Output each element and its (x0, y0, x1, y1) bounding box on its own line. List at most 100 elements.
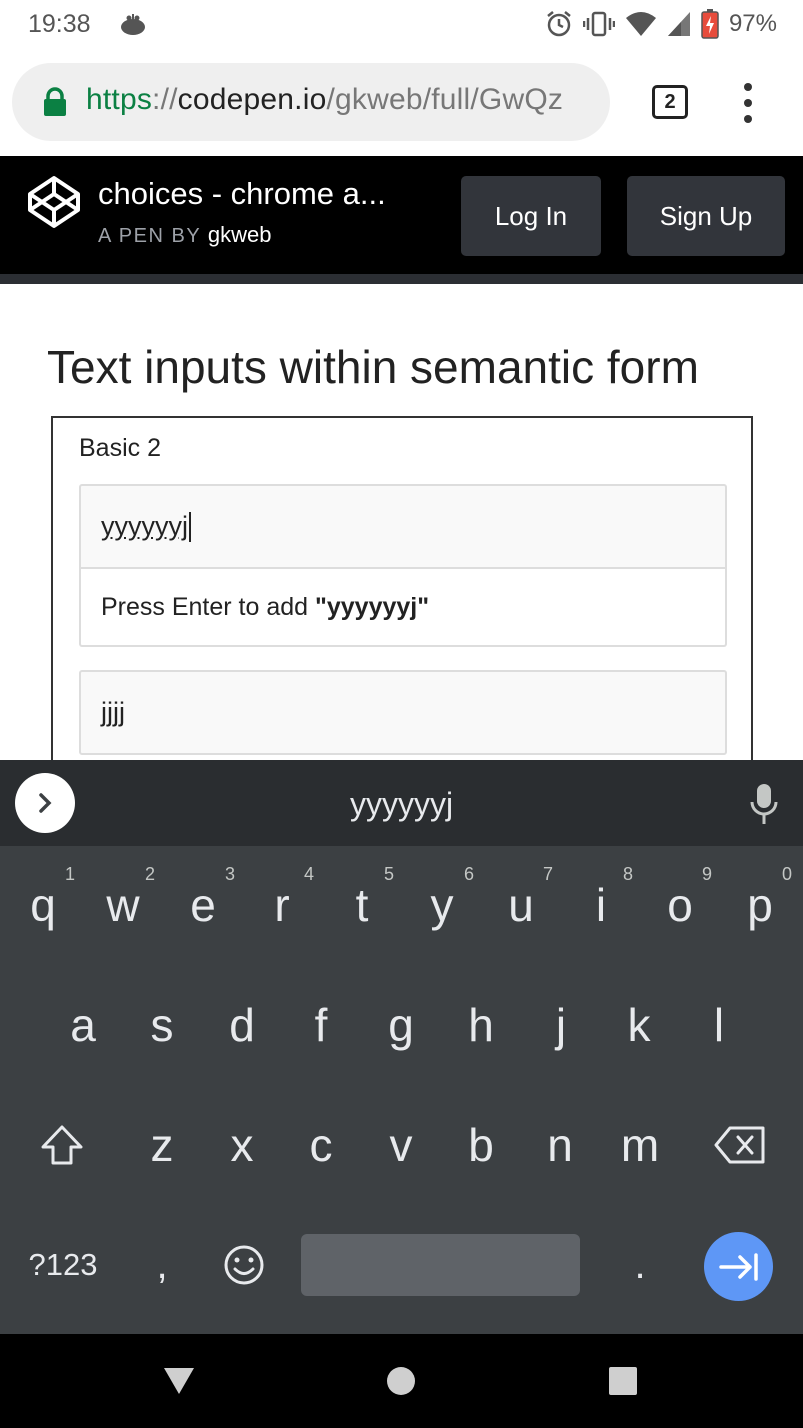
tab-count: 2 (664, 90, 676, 113)
pen-byline: A PEN BY gkweb (98, 222, 271, 248)
emoji-icon (224, 1245, 264, 1285)
key-q[interactable]: q1 (3, 850, 83, 960)
key-o[interactable]: o9 (640, 850, 720, 960)
shift-key[interactable] (22, 1090, 102, 1200)
soft-keyboard: yyyyyyj q1 w2 e3 r4 t5 y6 u7 i8 o9 p0 a … (0, 760, 803, 1334)
field-label: Basic 2 (79, 434, 161, 462)
key-label: t (355, 879, 369, 931)
wifi-icon (625, 12, 656, 36)
lock-icon (44, 87, 66, 116)
pen-title[interactable]: choices - chrome a... (98, 176, 386, 212)
key-c[interactable]: c (281, 1090, 361, 1200)
menu-dot-icon (744, 99, 752, 107)
dropdown-value: "yyyyyyj" (315, 592, 430, 621)
key-g[interactable]: g (361, 970, 441, 1080)
key-label: u (508, 879, 534, 931)
choices-widget: yyyyyyj Press Enter to add "yyyyyyj" (79, 484, 727, 647)
key-hint: 9 (701, 864, 712, 884)
home-button[interactable] (384, 1364, 418, 1398)
key-z[interactable]: z (122, 1090, 202, 1200)
back-button[interactable] (162, 1364, 196, 1398)
key-label: r (274, 879, 290, 931)
status-icons: 97% (545, 8, 777, 40)
signup-button[interactable]: Sign Up (627, 176, 785, 256)
period-key[interactable]: . (600, 1210, 680, 1320)
notification-bug-icon (121, 14, 145, 35)
key-v[interactable]: v (361, 1090, 441, 1200)
microphone-icon[interactable] (748, 782, 780, 826)
url-path: /gkweb/full/GwQz (326, 83, 564, 116)
key-label: e (190, 879, 216, 931)
key-label: q (30, 879, 56, 931)
key-hint: 0 (781, 864, 792, 884)
url-scheme: https (86, 83, 153, 116)
suggestion-strip: yyyyyyj (0, 760, 803, 846)
word-suggestion[interactable]: yyyyyyj (0, 786, 803, 823)
key-p[interactable]: p0 (720, 850, 800, 960)
signal-icon (667, 12, 690, 36)
choices-text-input[interactable]: yyyyyyj (79, 484, 727, 569)
url-bar[interactable]: https://codepen.io/gkweb/full/GwQz (12, 63, 610, 141)
page-heading: Text inputs within semantic form (47, 341, 699, 393)
next-field-key[interactable] (704, 1232, 773, 1301)
backspace-icon (714, 1126, 765, 1164)
key-e[interactable]: e3 (163, 850, 243, 960)
key-hint: 3 (224, 864, 235, 884)
key-label: w (106, 879, 140, 931)
pen-author-link[interactable]: gkweb (208, 222, 272, 247)
dropdown-prefix: Press Enter to add (101, 592, 316, 621)
key-a[interactable]: a (43, 970, 123, 1080)
symbols-key[interactable]: ?123 (10, 1210, 116, 1320)
recents-button[interactable] (606, 1364, 640, 1398)
key-f[interactable]: f (281, 970, 361, 1080)
menu-dot-icon (744, 115, 752, 123)
key-i[interactable]: i8 (561, 850, 641, 960)
key-l[interactable]: l (679, 970, 759, 1080)
codepen-header: choices - chrome a... A PEN BY gkweb Log… (0, 156, 803, 284)
navigation-bar (0, 1334, 803, 1428)
key-label: o (667, 879, 693, 931)
login-button[interactable]: Log In (461, 176, 601, 256)
key-j[interactable]: j (521, 970, 601, 1080)
status-bar: 19:38 97% (0, 0, 803, 50)
key-hint: 2 (144, 864, 155, 884)
key-b[interactable]: b (441, 1090, 521, 1200)
key-label: i (595, 879, 607, 931)
battery-charging-icon (701, 9, 719, 39)
emoji-key[interactable] (206, 1210, 282, 1320)
key-u[interactable]: u7 (481, 850, 561, 960)
second-text-input[interactable]: jjjj (79, 670, 727, 755)
key-x[interactable]: x (202, 1090, 282, 1200)
input-value: yyyyyyj (101, 511, 188, 541)
page-content: Text inputs within semantic form Basic 2… (0, 294, 803, 760)
key-k[interactable]: k (599, 970, 679, 1080)
key-t[interactable]: t5 (322, 850, 402, 960)
shift-icon (41, 1125, 83, 1165)
key-hint: 7 (542, 864, 553, 884)
alarm-icon (547, 11, 571, 37)
key-r[interactable]: r4 (242, 850, 322, 960)
key-y[interactable]: y6 (402, 850, 482, 960)
key-m[interactable]: m (600, 1090, 680, 1200)
url-separator: :// (152, 83, 178, 116)
key-w[interactable]: w2 (83, 850, 163, 960)
space-key[interactable] (301, 1234, 580, 1296)
tab-switcher-button[interactable]: 2 (652, 85, 688, 119)
key-h[interactable]: h (441, 970, 521, 1080)
byline-prefix: A PEN BY (98, 225, 201, 247)
url-host: codepen.io (177, 83, 327, 116)
key-n[interactable]: n (520, 1090, 600, 1200)
home-circle-icon (387, 1367, 415, 1395)
backspace-key[interactable] (700, 1090, 780, 1200)
key-s[interactable]: s (122, 970, 202, 1080)
key-d[interactable]: d (202, 970, 282, 1080)
key-hint: 6 (463, 864, 474, 884)
choices-dropdown-item[interactable]: Press Enter to add "yyyyyyj" (79, 569, 727, 647)
key-label: p (747, 879, 773, 931)
comma-key[interactable]: , (124, 1210, 200, 1320)
codepen-logo-icon[interactable] (27, 175, 81, 229)
browser-menu-button[interactable] (735, 83, 761, 123)
status-time: 19:38 (28, 10, 91, 38)
text-caret (189, 511, 191, 542)
tab-arrow-icon (718, 1252, 758, 1281)
